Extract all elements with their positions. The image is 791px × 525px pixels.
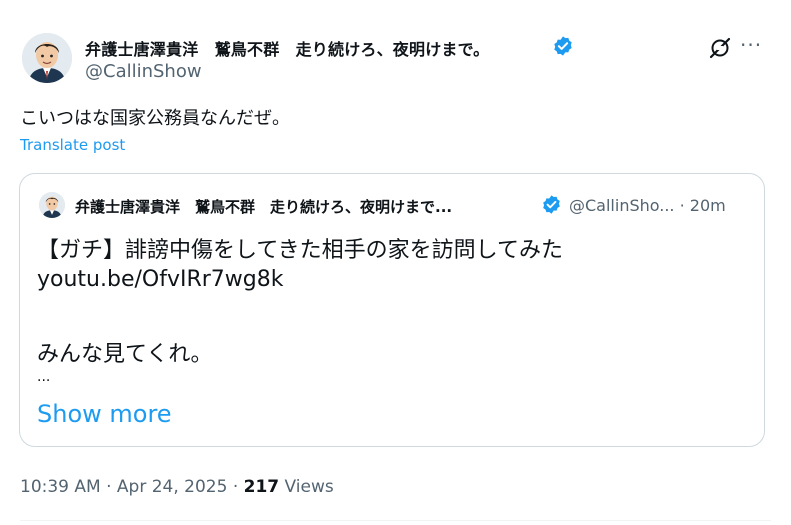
quoted-post-card[interactable]: 弁護士唐澤貴洋 鷲鳥不群 走り続けろ、夜明けまで... @CallinSho..… [19, 173, 765, 447]
author-handle[interactable]: @CallinShow [85, 61, 202, 82]
quoted-author-handle: @CallinSho... [569, 196, 675, 215]
quoted-author-avatar [39, 192, 65, 218]
quoted-text-line-1: 【ガチ】誹謗中傷をしてきた相手の家を訪問してみた [37, 238, 564, 263]
post-timestamp[interactable]: 10:39 AM · Apr 24, 2025 · [20, 477, 244, 497]
quoted-author-name: 弁護士唐澤貴洋 鷲鳥不群 走り続けろ、夜明けまで... [75, 198, 453, 216]
quoted-verified-badge-icon [543, 195, 560, 214]
author-name[interactable]: 弁護士唐澤貴洋 鷲鳥不群 走り続けろ、夜明けまで。 [85, 36, 489, 60]
quoted-post-time: · 20m [679, 196, 726, 215]
grok-icon[interactable] [708, 36, 732, 60]
quoted-text-line-3: みんな見てくれ。 [37, 342, 213, 367]
more-icon[interactable]: ··· [740, 33, 762, 57]
verified-badge-icon [554, 36, 572, 56]
post-text: こいつはな国家公務員なんだぜ。 [20, 108, 290, 129]
author-avatar[interactable] [22, 33, 72, 83]
quoted-author-handle-and-time: @CallinSho... · 20m [569, 196, 726, 215]
translate-post-link[interactable]: Translate post [20, 136, 125, 154]
quoted-text-ellipsis: ... [37, 369, 51, 385]
show-more-link[interactable]: Show more [37, 400, 172, 428]
quoted-text-link[interactable]: youtu.be/OfvIRr7wg8k [37, 267, 284, 292]
divider [20, 520, 771, 521]
views-label: Views [279, 477, 334, 497]
views-count: 217 [243, 477, 280, 497]
post-meta: 10:39 AM · Apr 24, 2025 · 217 Views [20, 477, 334, 497]
